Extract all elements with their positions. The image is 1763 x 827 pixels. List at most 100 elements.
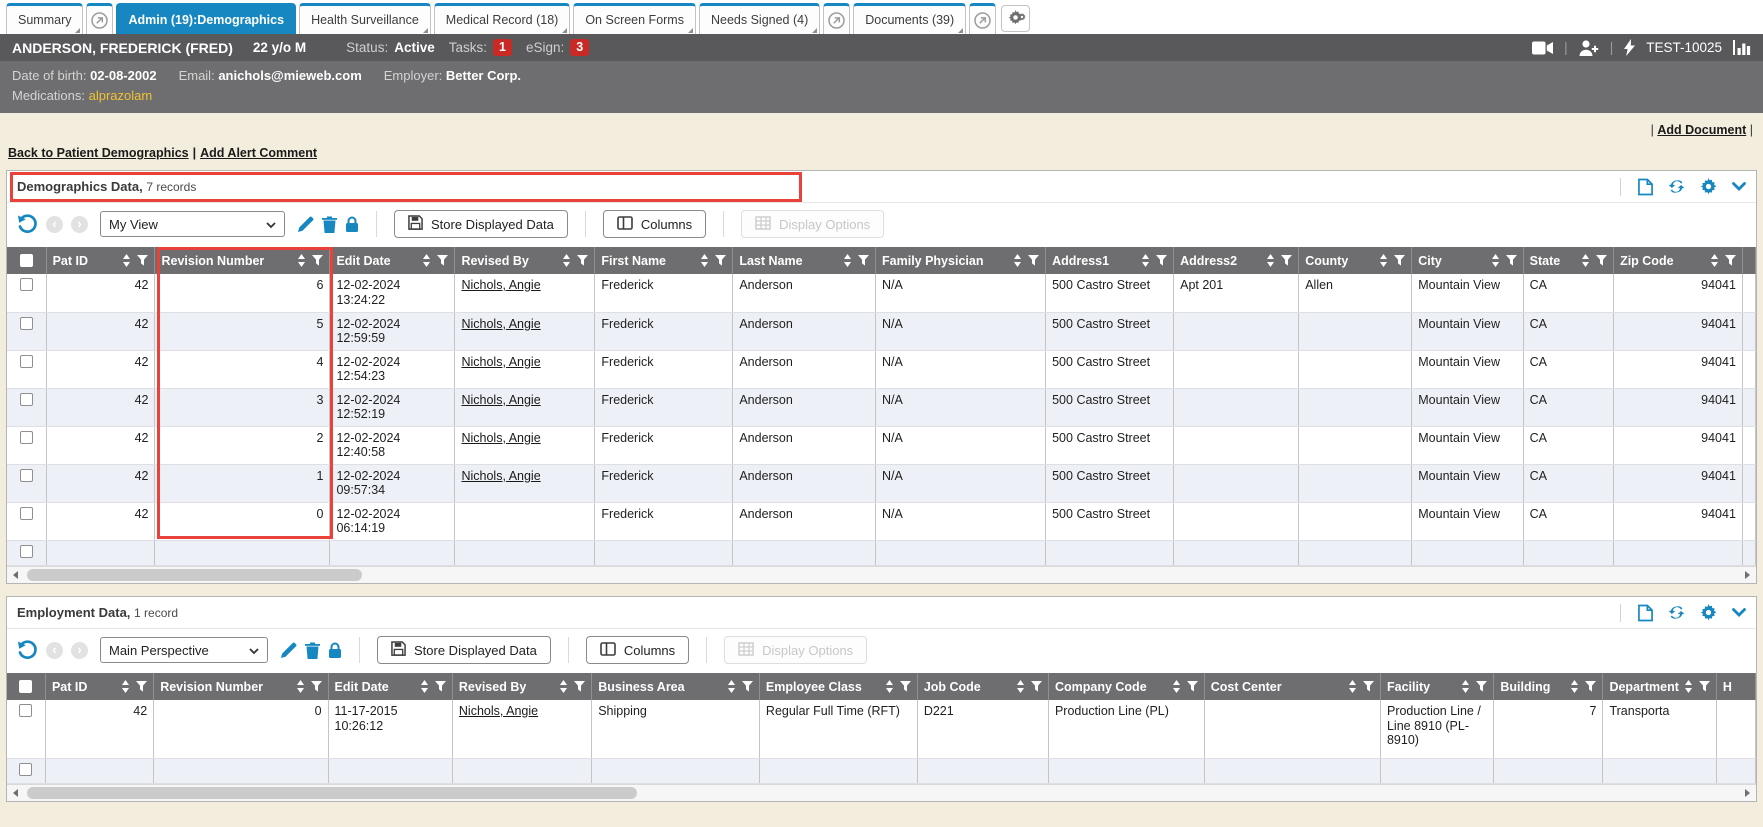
sort-icon[interactable] xyxy=(1261,254,1275,267)
esign-badge[interactable]: 3 xyxy=(570,39,589,56)
filter-icon[interactable] xyxy=(709,255,726,266)
sort-icon[interactable] xyxy=(1343,680,1357,693)
column-header-family-physician[interactable]: Family Physician xyxy=(876,247,1046,274)
view-select[interactable]: My View xyxy=(100,211,285,237)
filter-icon[interactable] xyxy=(1022,255,1039,266)
column-header-company-code[interactable]: Company Code xyxy=(1048,673,1204,700)
filter-icon[interactable] xyxy=(571,255,588,266)
column-header-address1[interactable]: Address1 xyxy=(1046,247,1174,274)
filter-icon[interactable] xyxy=(1719,255,1736,266)
sort-icon[interactable] xyxy=(722,680,736,693)
column-header-select[interactable] xyxy=(7,673,45,700)
filter-icon[interactable] xyxy=(736,681,753,692)
settings-tab-button[interactable] xyxy=(1001,5,1030,32)
sort-icon[interactable] xyxy=(1374,254,1388,267)
back-to-patient-demographics-link[interactable]: Back to Patient Demographics xyxy=(8,146,189,160)
edit-view-icon[interactable] xyxy=(280,642,297,659)
tab-popout-button[interactable] xyxy=(86,3,113,34)
store-displayed-data-button[interactable]: Store Displayed Data xyxy=(377,636,551,664)
filter-icon[interactable] xyxy=(1025,681,1042,692)
sort-icon[interactable] xyxy=(838,254,852,267)
filter-icon[interactable] xyxy=(1357,681,1374,692)
column-header-facility[interactable]: Facility xyxy=(1380,673,1493,700)
sort-icon[interactable] xyxy=(415,680,429,693)
filter-icon[interactable] xyxy=(305,681,322,692)
horizontal-scrollbar[interactable] xyxy=(7,784,1756,801)
sort-icon[interactable] xyxy=(1011,680,1025,693)
sort-icon[interactable] xyxy=(554,680,568,693)
column-header-pat-id[interactable]: Pat ID xyxy=(46,247,155,274)
filter-icon[interactable] xyxy=(131,255,148,266)
columns-button[interactable]: Columns xyxy=(603,210,706,238)
column-header-address2[interactable]: Address2 xyxy=(1174,247,1299,274)
delete-view-icon[interactable] xyxy=(305,642,320,659)
revised-by-link[interactable]: Nichols, Angie xyxy=(461,393,540,407)
filter-icon[interactable] xyxy=(852,255,869,266)
sort-icon[interactable] xyxy=(1136,254,1150,267)
add-alert-comment-link[interactable]: Add Alert Comment xyxy=(200,146,317,160)
tasks-badge[interactable]: 1 xyxy=(493,39,512,56)
view-select[interactable]: Main Perspective xyxy=(100,637,268,663)
add-user-icon[interactable] xyxy=(1579,40,1599,56)
row-checkbox[interactable] xyxy=(19,763,32,776)
column-header-h[interactable]: H xyxy=(1716,673,1755,700)
filter-icon[interactable] xyxy=(1500,255,1517,266)
filter-icon[interactable] xyxy=(894,681,911,692)
filter-icon[interactable] xyxy=(1470,681,1487,692)
column-header-zip-code[interactable]: Zip Code xyxy=(1614,247,1743,274)
sort-icon[interactable] xyxy=(1486,254,1500,267)
scroll-left-button[interactable] xyxy=(7,785,24,801)
gear-icon[interactable] xyxy=(1700,178,1717,195)
undo-icon[interactable] xyxy=(17,640,38,661)
refresh-icon[interactable] xyxy=(1668,604,1685,621)
tab-on-screen-forms[interactable]: On Screen Forms xyxy=(573,3,696,34)
row-checkbox[interactable] xyxy=(19,704,32,717)
lightning-icon[interactable] xyxy=(1624,39,1635,56)
scroll-right-button[interactable] xyxy=(1739,785,1756,801)
filter-icon[interactable] xyxy=(1579,681,1596,692)
gear-icon[interactable] xyxy=(1700,604,1717,621)
sort-icon[interactable] xyxy=(1456,680,1470,693)
sort-icon[interactable] xyxy=(695,254,709,267)
tab-documents-39[interactable]: Documents (39) xyxy=(853,3,966,34)
video-camera-icon[interactable] xyxy=(1532,41,1553,55)
revised-by-link[interactable]: Nichols, Angie xyxy=(459,704,538,718)
column-header-county[interactable]: County xyxy=(1299,247,1412,274)
select-all-checkbox[interactable] xyxy=(19,680,32,693)
new-document-icon[interactable] xyxy=(1638,604,1653,622)
column-header-cost-center[interactable]: Cost Center xyxy=(1204,673,1380,700)
row-checkbox[interactable] xyxy=(20,507,33,520)
collapse-chevron-icon[interactable] xyxy=(1732,608,1746,617)
lock-view-icon[interactable] xyxy=(345,216,359,233)
sort-icon[interactable] xyxy=(117,254,131,267)
edit-view-icon[interactable] xyxy=(297,216,314,233)
column-header-select[interactable] xyxy=(7,247,46,274)
collapse-chevron-icon[interactable] xyxy=(1732,182,1746,191)
row-checkbox[interactable] xyxy=(20,355,33,368)
sort-icon[interactable] xyxy=(116,680,130,693)
bar-chart-icon[interactable] xyxy=(1733,40,1751,55)
filter-icon[interactable] xyxy=(1275,255,1292,266)
scroll-right-button[interactable] xyxy=(1739,567,1756,583)
column-header-state[interactable]: State xyxy=(1523,247,1613,274)
revised-by-link[interactable]: Nichols, Angie xyxy=(461,278,540,292)
tab-medical-record-18[interactable]: Medical Record (18) xyxy=(434,3,571,34)
tab-admin-19-demographics[interactable]: Admin (19):Demographics xyxy=(116,3,296,34)
revised-by-link[interactable]: Nichols, Angie xyxy=(461,317,540,331)
scroll-left-button[interactable] xyxy=(7,567,24,583)
tab-needs-signed-4[interactable]: Needs Signed (4) xyxy=(699,3,820,34)
filter-icon[interactable] xyxy=(568,681,585,692)
column-header-last-name[interactable]: Last Name xyxy=(733,247,876,274)
sort-icon[interactable] xyxy=(1565,680,1579,693)
columns-button[interactable]: Columns xyxy=(586,636,689,664)
sort-icon[interactable] xyxy=(1705,254,1719,267)
store-displayed-data-button[interactable]: Store Displayed Data xyxy=(394,210,568,238)
column-header-edit-date[interactable]: Edit Date xyxy=(328,673,452,700)
column-header-business-area[interactable]: Business Area xyxy=(592,673,760,700)
column-header-revision-number[interactable]: Revision Number xyxy=(154,673,328,700)
sort-icon[interactable] xyxy=(880,680,894,693)
column-header-pat-id[interactable]: Pat ID xyxy=(45,673,153,700)
undo-icon[interactable] xyxy=(17,214,38,235)
filter-icon[interactable] xyxy=(1388,255,1405,266)
filter-icon[interactable] xyxy=(306,255,323,266)
